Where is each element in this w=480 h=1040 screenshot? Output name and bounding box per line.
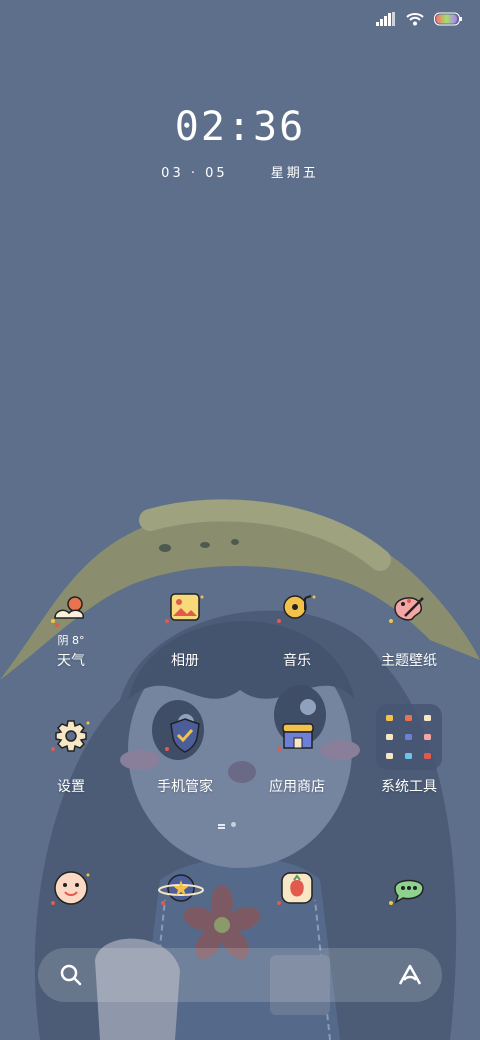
messages-icon (381, 866, 437, 922)
search-icon[interactable] (58, 962, 84, 988)
weekday: 星期五 (270, 166, 319, 181)
clock-time[interactable]: 02:36 (0, 104, 480, 150)
signal-icon (376, 12, 395, 26)
page-indicator[interactable] (218, 822, 236, 827)
weather-info: 阴 8° (57, 634, 85, 647)
app-label: 主题壁纸 (381, 653, 437, 669)
browser-icon (153, 866, 209, 922)
dock-browser[interactable] (126, 866, 236, 922)
app-label: 设置 (57, 779, 85, 795)
date-row: 03 · 05 星期五 (0, 162, 480, 181)
app-theme[interactable]: 主题壁纸 (354, 588, 464, 670)
app-label: 系统工具 (381, 779, 437, 795)
wifi-icon (406, 13, 424, 26)
weather-icon: 阴 8° (43, 588, 99, 647)
music-icon (269, 588, 325, 644)
settings-icon (43, 714, 99, 770)
dock-phone[interactable] (16, 866, 126, 922)
dock-camera[interactable] (242, 866, 352, 922)
app-store[interactable]: 应用商店 (242, 714, 352, 796)
battery-icon (434, 12, 462, 26)
app-security[interactable]: 手机管家 (130, 714, 240, 796)
app-label: 相册 (171, 653, 199, 669)
app-store-icon (269, 714, 325, 770)
phone-icon (43, 866, 99, 922)
app-label: 手机管家 (157, 779, 213, 795)
theme-icon (381, 588, 437, 644)
app-label: 应用商店 (269, 779, 325, 795)
page-indicator-current (218, 823, 225, 826)
folder-icon (376, 704, 442, 770)
app-music[interactable]: 音乐 (242, 588, 352, 670)
camera-icon (269, 866, 325, 922)
page-indicator-dot (231, 822, 236, 827)
dock-messages[interactable] (354, 866, 464, 922)
gallery-icon (157, 588, 213, 644)
app-gallery[interactable]: 相册 (130, 588, 240, 670)
app-settings[interactable]: 设置 (16, 714, 126, 796)
app-label: 天气 (57, 653, 85, 669)
app-weather[interactable]: 阴 8° 天气 (16, 588, 126, 670)
status-bar (376, 12, 462, 26)
assistant-icon[interactable] (396, 962, 424, 988)
security-icon (157, 714, 213, 770)
date: 03 · 05 (161, 166, 228, 181)
app-label: 音乐 (283, 653, 311, 669)
search-bar[interactable] (38, 948, 442, 1002)
app-folder-system-tools[interactable]: 系统工具 (354, 704, 464, 796)
